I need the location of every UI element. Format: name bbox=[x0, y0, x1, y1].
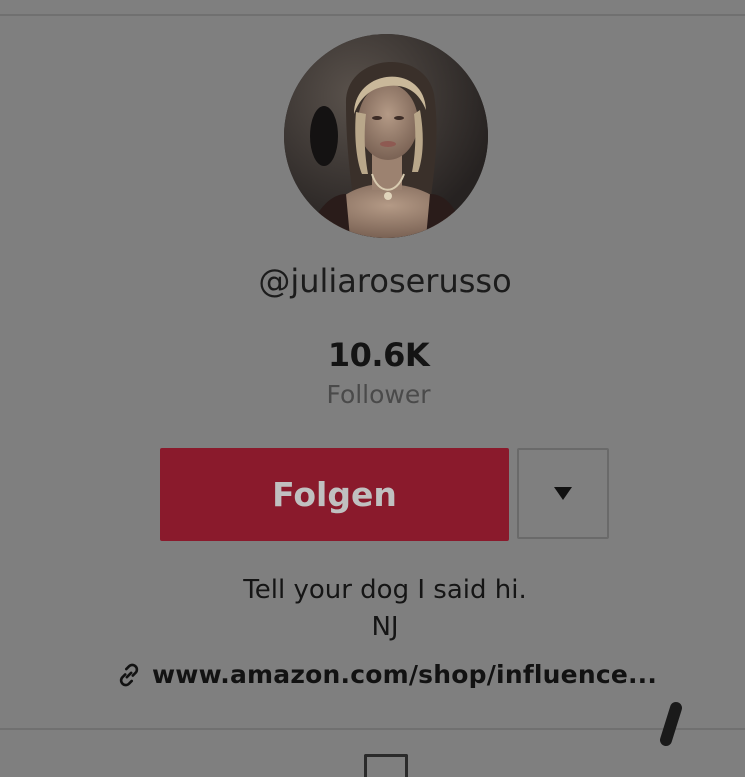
bio-link-text: www.amazon.com/shop/influence... bbox=[152, 660, 658, 689]
follow-button[interactable]: Folgen bbox=[160, 448, 509, 541]
more-options-button[interactable] bbox=[517, 448, 609, 539]
follow-button-label: Folgen bbox=[272, 475, 397, 514]
bio-link[interactable]: www.amazon.com/shop/influence... bbox=[116, 660, 657, 689]
bottom-divider bbox=[0, 728, 745, 730]
scroll-handle[interactable] bbox=[656, 700, 686, 748]
grid-icon[interactable] bbox=[364, 754, 408, 777]
follower-label: Follower bbox=[326, 380, 431, 409]
profile-username: @juliaroserusso bbox=[258, 262, 512, 300]
top-divider bbox=[0, 14, 745, 16]
triangle-down-icon bbox=[554, 487, 572, 500]
follower-count: 10.6K bbox=[327, 336, 430, 374]
bio-line-1: Tell your dog I said hi. bbox=[243, 575, 527, 605]
link-icon bbox=[119, 663, 139, 686]
avatar-image bbox=[284, 34, 488, 238]
avatar[interactable] bbox=[284, 34, 488, 238]
bio-line-2: NJ bbox=[371, 612, 399, 642]
